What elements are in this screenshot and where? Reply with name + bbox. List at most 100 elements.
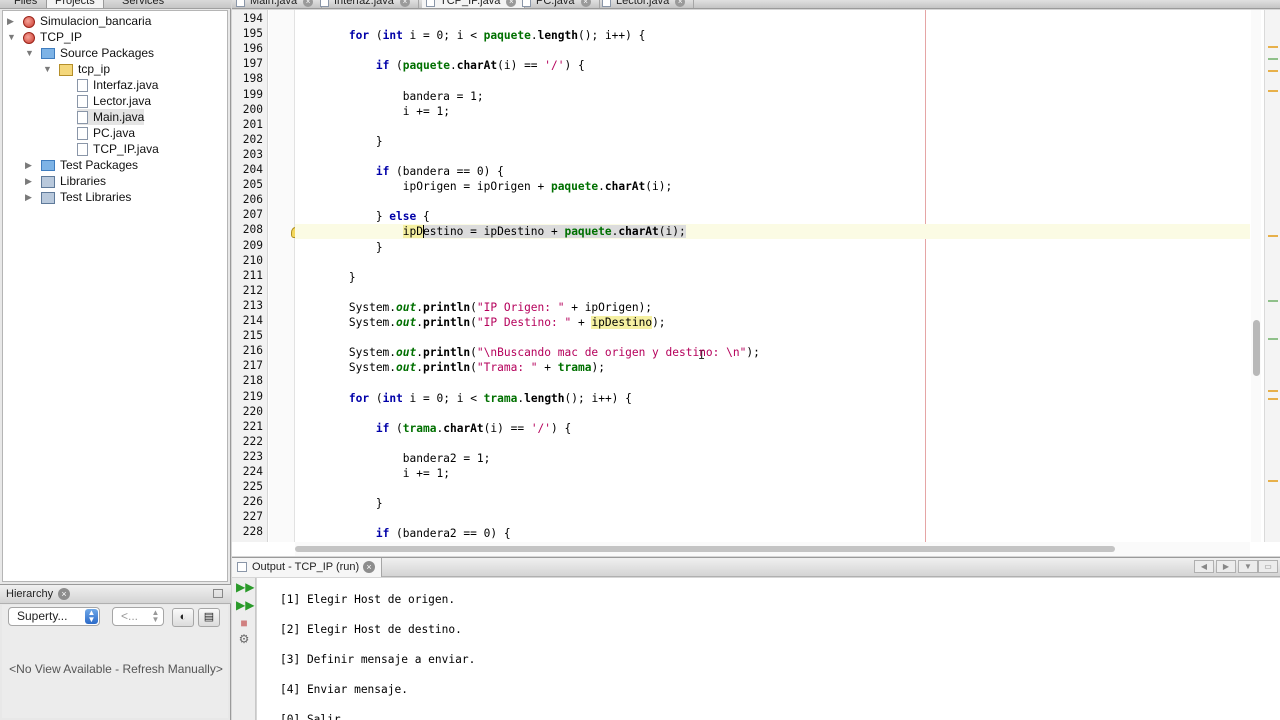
maximize-icon[interactable]: ▭ — [1258, 560, 1278, 573]
tree-item[interactable]: Test Libraries — [41, 189, 131, 205]
code-line: ipDestino = ipDestino + paquete.charAt(i… — [402, 225, 686, 239]
editor-tab[interactable]: TCP_IP.java × — [422, 0, 526, 8]
line-number: 209 — [242, 238, 263, 252]
warning-mark[interactable] — [1268, 480, 1278, 482]
line-number: 221 — [242, 419, 263, 433]
tree-item-label: Source Packages — [60, 46, 155, 60]
refresh-button[interactable]: ▤ — [198, 608, 220, 627]
editor-tab-label: PC.java — [536, 0, 575, 7]
vertical-scroll-thumb[interactable] — [1253, 320, 1260, 376]
code-editor[interactable]: 194 195 196 197 198 199 200 201 202 203 204 205 206 2… — [232, 10, 1280, 556]
tab-projects[interactable]: Projects — [46, 0, 104, 8]
editor-tab[interactable]: PC.java × — [518, 0, 600, 8]
tree-item[interactable]: Lector.java — [77, 93, 151, 109]
line-number: 226 — [242, 495, 263, 509]
tree-item[interactable]: Libraries — [41, 173, 106, 189]
java-file-icon — [77, 111, 88, 125]
tree-item[interactable]: TCP_IP — [23, 29, 82, 45]
editor-tab[interactable]: Interfaz.java × — [316, 0, 419, 8]
tree-item[interactable]: PC.java — [77, 125, 135, 141]
expand-arrow-icon[interactable]: ▶ — [25, 189, 32, 205]
tab-files[interactable]: Files — [6, 0, 45, 8]
tree-item-label: Simulacion_bancaria — [40, 14, 152, 28]
close-icon[interactable]: × — [363, 561, 375, 573]
code-line: System.out.println("IP Destino: " + ipDe… — [295, 316, 666, 329]
line-number: 205 — [242, 178, 263, 192]
tree-item[interactable]: Test Packages — [41, 157, 138, 173]
line-number: 225 — [242, 480, 263, 494]
warning-mark[interactable] — [1268, 235, 1278, 237]
collapse-arrow-icon[interactable]: ▼ — [25, 45, 34, 61]
close-icon[interactable]: × — [399, 0, 410, 7]
line-number: 204 — [242, 163, 263, 176]
supertype-select[interactable]: Superty... ▲ ▼ — [8, 607, 100, 626]
change-mark[interactable] — [1268, 58, 1278, 60]
tree-item[interactable]: TCP_IP.java — [77, 141, 159, 157]
scroll-right-icon[interactable]: ▶ — [1216, 560, 1236, 573]
rerun-icon[interactable]: ▶▶ — [236, 580, 254, 594]
tab-services[interactable]: Services — [114, 0, 172, 8]
collapse-arrow-icon[interactable]: ▼ — [7, 29, 16, 45]
line-number: 211 — [242, 268, 263, 282]
code-line: } — [295, 240, 383, 254]
change-mark[interactable] — [1268, 300, 1278, 302]
code-text-area[interactable]: I for (int i = 0; i < paquete.length(); … — [295, 10, 1250, 542]
line-number: 208 — [242, 223, 263, 237]
code-line: for (int i = 0; i < paquete.length(); i+… — [348, 29, 646, 43]
line-number: 223 — [242, 449, 263, 463]
code-line: i += 1; — [295, 104, 450, 118]
close-icon[interactable]: × — [675, 0, 686, 7]
java-file-icon — [602, 0, 611, 7]
output-tab[interactable]: Output - TCP_IP (run) × — [232, 558, 382, 577]
code-line: i += 1; — [295, 467, 450, 480]
line-number: 215 — [242, 329, 263, 343]
warning-mark[interactable] — [1268, 46, 1278, 48]
tree-item-label: Lector.java — [93, 94, 152, 108]
line-number: 224 — [242, 465, 263, 478]
collapse-arrow-icon[interactable]: ▼ — [43, 61, 52, 77]
warning-mark[interactable] — [1268, 390, 1278, 392]
tree-item[interactable]: Source Packages — [41, 45, 154, 61]
horizontal-scroll-thumb[interactable] — [295, 546, 1115, 552]
settings-icon[interactable]: ⚙ — [236, 632, 252, 646]
hierarchy-body: Superty... ▲ ▼ <... ▲ ▼ ◐ ▤ <No View Avail… — [2, 605, 228, 718]
minimize-icon[interactable] — [213, 589, 223, 598]
warning-mark[interactable] — [1268, 70, 1278, 72]
code-line: for (int i = 0; i < trama.length(); i++)… — [348, 391, 632, 405]
close-icon[interactable]: × — [303, 0, 314, 7]
expand-arrow-icon[interactable]: ▶ — [7, 13, 14, 29]
line-number: 216 — [242, 344, 263, 358]
close-icon[interactable]: × — [506, 0, 517, 7]
tree-item-label: Interfaz.java — [93, 78, 159, 92]
tree-item[interactable]: Interfaz.java — [77, 77, 158, 93]
tree-item[interactable]: Main.java — [77, 109, 145, 125]
expand-arrow-icon[interactable]: ▶ — [25, 173, 32, 189]
tree-item-label: TCP_IP — [40, 30, 83, 44]
code-line: if (paquete.charAt(i) == '/') { — [375, 59, 585, 73]
line-number: 213 — [242, 298, 263, 312]
error-stripe[interactable] — [1264, 10, 1280, 542]
vertical-scrollbar[interactable] — [1251, 10, 1261, 542]
editor-tab[interactable]: Main.java × — [232, 0, 323, 8]
chevron-down-icon[interactable]: ▼ — [1238, 560, 1258, 573]
project-icon — [23, 31, 35, 44]
output-console[interactable]: [1] Elegir Host de origen. [2] Elegir Hos… — [257, 578, 1280, 720]
change-mark[interactable] — [1268, 338, 1278, 340]
horizontal-scrollbar[interactable] — [295, 542, 1250, 556]
editor-tab[interactable]: Lector.java × — [598, 0, 695, 8]
stop-icon[interactable]: ■ — [236, 616, 252, 630]
code-line: ipOrigen = ipOrigen + paquete.charAt(i); — [295, 180, 673, 194]
warning-mark[interactable] — [1268, 90, 1278, 92]
close-icon[interactable]: × — [580, 0, 591, 7]
tree-item[interactable]: tcp_ip — [59, 61, 110, 77]
java-file-icon — [522, 0, 531, 7]
scope-select[interactable]: <... ▲ ▼ — [112, 607, 164, 626]
line-number: 227 — [242, 510, 263, 524]
expand-arrow-icon[interactable]: ▶ — [25, 157, 32, 173]
close-icon[interactable]: × — [58, 588, 70, 600]
tree-item[interactable]: Simulacion_bancaria — [23, 13, 151, 29]
scroll-left-icon[interactable]: ◀ — [1194, 560, 1214, 573]
warning-mark[interactable] — [1268, 398, 1278, 400]
rerun-with-params-icon[interactable]: ▶▶ — [236, 598, 254, 612]
filter-button[interactable]: ◐ — [172, 608, 194, 627]
